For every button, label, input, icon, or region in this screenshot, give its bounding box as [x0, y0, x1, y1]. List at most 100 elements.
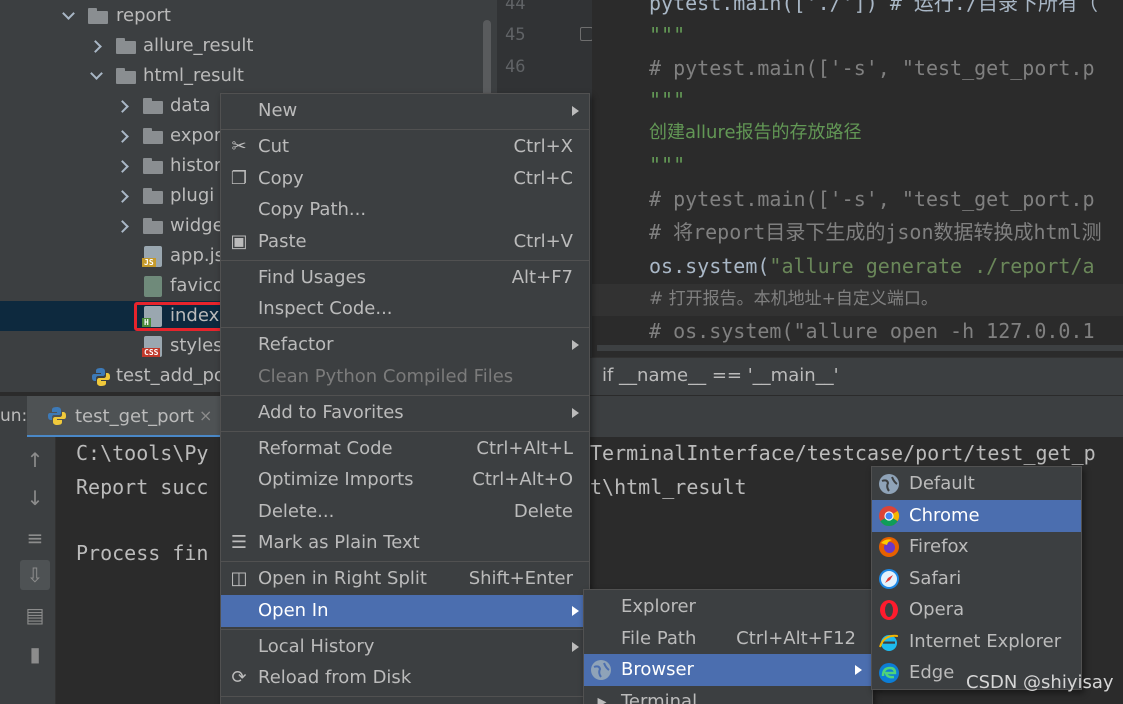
- code-line: pytest.main(['./']) # 运行./目录下所有（: [649, 0, 1098, 15]
- chevron-down-icon[interactable]: [61, 1, 75, 31]
- tree-item-label: app.js: [170, 245, 224, 266]
- code-editor[interactable]: pytest.main(['./']) # 运行./目录下所有（ """ # p…: [592, 0, 1123, 357]
- soft-wrap-icon[interactable]: ≡: [20, 523, 50, 553]
- watermark: CSDN @shiyisay: [966, 672, 1114, 693]
- reload-icon: ⟳: [231, 667, 247, 688]
- arrow-up-icon[interactable]: ↑: [20, 445, 50, 475]
- context-menu: New ✂ Cut Ctrl+X ❐ Copy Ctrl+C Copy Path... …: [220, 93, 590, 704]
- submenu-arrow-icon: [572, 106, 579, 116]
- terminal-icon: ▸: [597, 691, 607, 704]
- chevron-right-icon[interactable]: [117, 151, 131, 181]
- editor-scrollbar[interactable]: [597, 345, 1123, 351]
- chevron-right-icon[interactable]: [90, 31, 104, 61]
- chevron-right-icon[interactable]: [117, 211, 131, 241]
- menu-separator: [221, 395, 589, 396]
- menu-item-chrome[interactable]: Chrome: [872, 500, 1081, 532]
- arrow-down-icon[interactable]: ↓: [20, 483, 50, 513]
- breadcrumb[interactable]: if __name__ == '__main__': [590, 357, 1123, 395]
- menu-separator: [221, 327, 589, 328]
- close-icon[interactable]: ×: [199, 406, 212, 425]
- chevron-down-icon[interactable]: [89, 61, 103, 91]
- run-tab-label: test_get_port: [75, 406, 195, 427]
- paste-icon: ▣: [230, 231, 248, 252]
- menu-item-internet-explorer[interactable]: Internet Explorer: [872, 626, 1081, 658]
- submenu-arrow-icon: [572, 408, 579, 418]
- menu-item-safari[interactable]: Safari: [872, 563, 1081, 595]
- tree-item-label: favico: [170, 275, 224, 296]
- tree-item-label: report: [116, 5, 171, 26]
- menu-item-mark-as-plain-text[interactable]: ☰ Mark as Plain Text: [221, 527, 589, 559]
- folder-icon: [143, 188, 163, 204]
- submenu-arrow-icon: [572, 642, 579, 652]
- globe-icon: [591, 660, 611, 680]
- menu-item-opera[interactable]: Opera: [872, 594, 1081, 626]
- firefox-icon: [879, 537, 899, 557]
- menu-item-inspect-code[interactable]: Inspect Code...: [221, 293, 589, 325]
- python-icon: [48, 407, 66, 425]
- menu-item-reload-from-disk[interactable]: ⟳ Reload from Disk: [221, 662, 589, 694]
- tree-item-label: plugi: [170, 185, 215, 206]
- menu-item-firefox[interactable]: Firefox: [872, 531, 1081, 563]
- tree-item-label: html_result: [143, 65, 244, 86]
- folder-icon: [143, 98, 163, 114]
- line-number: 45: [505, 25, 526, 45]
- line-number: 44: [505, 0, 526, 14]
- copy-icon: ❐: [230, 168, 248, 189]
- chevron-right-icon[interactable]: [117, 181, 131, 211]
- menu-item-new[interactable]: New: [221, 95, 589, 127]
- scroll-to-end-icon[interactable]: ⇩: [20, 560, 50, 590]
- run-toolbar: ↑ ↓ ≡ ⇩ ▤ ▮: [0, 437, 56, 704]
- split-icon: ◫: [230, 568, 248, 589]
- console-line: C:\tools\Py: [76, 441, 209, 465]
- menu-item-open-in-right-split[interactable]: ◫ Open in Right Split Shift+Enter: [221, 563, 589, 595]
- opera-icon: [880, 600, 898, 620]
- menu-item-terminal[interactable]: ▸ Terminal: [584, 686, 872, 704]
- code-line: # 将report目录下生成的json数据转换成html测: [649, 220, 1102, 244]
- menu-item-delete[interactable]: Delete... Delete: [221, 496, 589, 528]
- menu-item-copy-path[interactable]: Copy Path...: [221, 194, 589, 226]
- menu-item-default-browser[interactable]: Default: [872, 468, 1081, 500]
- python-file-icon: [92, 368, 110, 386]
- open-in-submenu: Explorer File Path Ctrl+Alt+F12 Browser ▸…: [583, 589, 873, 704]
- console-line: Report succ: [76, 475, 209, 499]
- js-file-icon: JS: [142, 246, 162, 267]
- breadcrumb-item[interactable]: if __name__ == '__main__': [602, 365, 839, 386]
- menu-item-file-path[interactable]: File Path Ctrl+Alt+F12: [584, 623, 872, 655]
- print-icon[interactable]: ▤: [20, 600, 50, 630]
- edge-icon: [879, 663, 899, 683]
- menu-item-refactor[interactable]: Refactor: [221, 329, 589, 361]
- tree-item-label: test_add_po: [116, 365, 225, 386]
- menu-item-optimize-imports[interactable]: Optimize Imports Ctrl+Alt+O: [221, 464, 589, 496]
- submenu-arrow-icon: [855, 665, 862, 675]
- menu-item-reformat-code[interactable]: Reformat Code Ctrl+Alt+L: [221, 433, 589, 465]
- menu-separator: [221, 431, 589, 432]
- folder-icon: [88, 8, 108, 24]
- tree-item-allure-result[interactable]: allure_result: [0, 31, 497, 61]
- tree-item-label: widge: [170, 215, 224, 236]
- menu-item-cut[interactable]: ✂ Cut Ctrl+X: [221, 131, 589, 163]
- menu-item-explorer[interactable]: Explorer: [584, 591, 872, 623]
- menu-item-paste[interactable]: ▣ Paste Ctrl+V: [221, 226, 589, 258]
- run-tab[interactable]: test_get_port ×: [27, 396, 220, 438]
- console-line: Process fin: [76, 541, 209, 565]
- menu-separator: [221, 129, 589, 130]
- image-file-icon: [144, 276, 162, 297]
- menu-item-copy[interactable]: ❐ Copy Ctrl+C: [221, 163, 589, 195]
- chevron-right-icon[interactable]: [117, 91, 131, 121]
- browser-submenu: Default Chrome Firefox Safari Opera Inte…: [871, 466, 1082, 690]
- menu-item-open-in[interactable]: Open In: [221, 595, 589, 627]
- code-line: """: [649, 88, 686, 112]
- tree-item-report[interactable]: report: [0, 1, 497, 31]
- code-line: 创建allure报告的存放路径: [649, 122, 862, 143]
- menu-item-find-usages[interactable]: Find Usages Alt+F7: [221, 262, 589, 294]
- tree-item-html-result[interactable]: html_result: [0, 61, 497, 91]
- trash-icon[interactable]: ▮: [20, 639, 50, 669]
- menu-separator: [221, 629, 589, 630]
- menu-item-browser[interactable]: Browser: [584, 654, 872, 686]
- menu-item-local-history[interactable]: Local History: [221, 631, 589, 663]
- chevron-right-icon[interactable]: [117, 121, 131, 151]
- tree-item-label: histor: [170, 155, 222, 176]
- submenu-arrow-icon: [572, 340, 579, 350]
- menu-item-add-to-favorites[interactable]: Add to Favorites: [221, 397, 589, 429]
- css-file-icon: CSS: [142, 336, 162, 357]
